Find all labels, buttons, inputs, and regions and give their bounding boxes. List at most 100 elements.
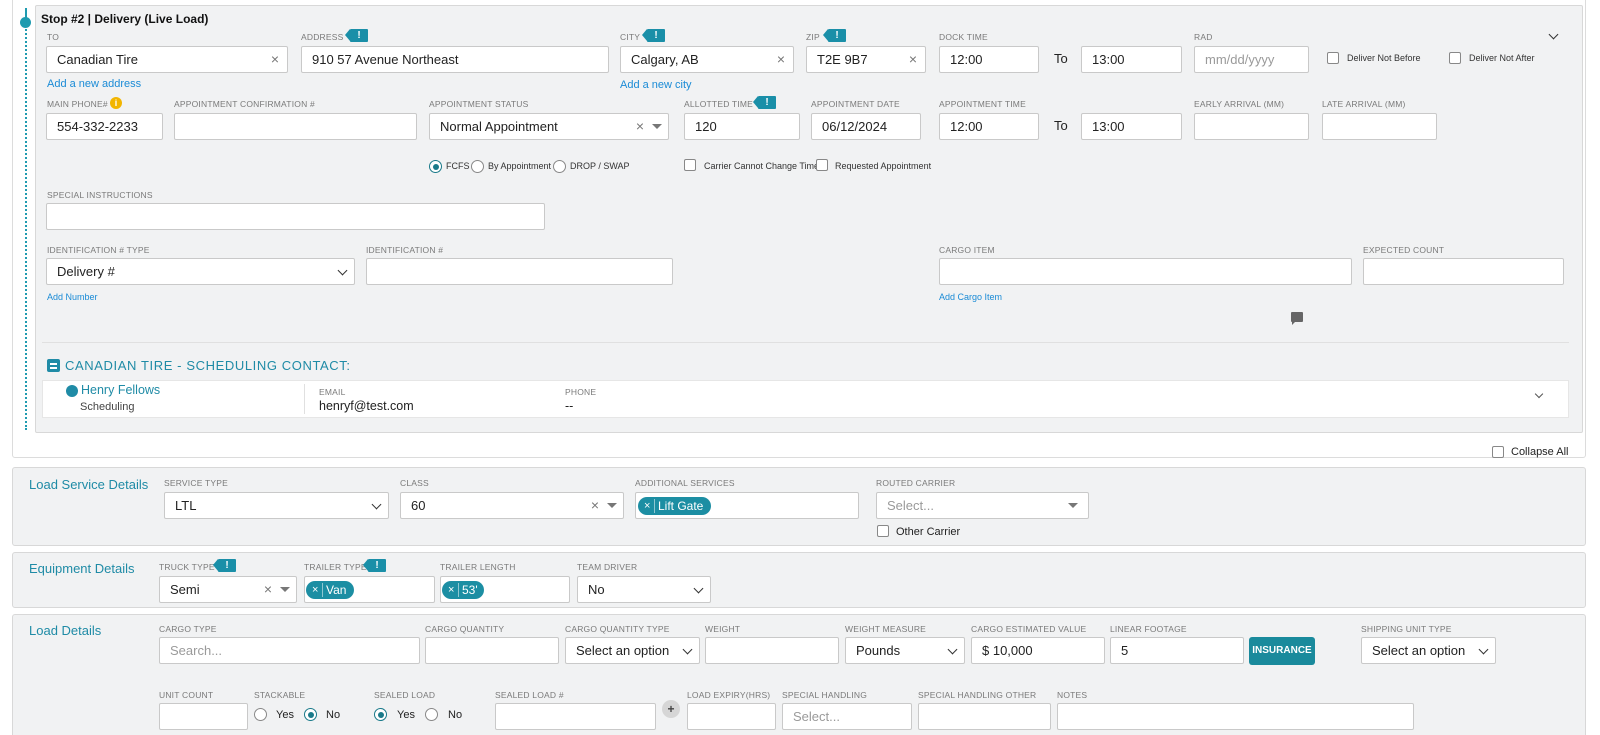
contact-name[interactable]: Henry Fellows — [81, 383, 160, 397]
allotted-time-input[interactable]: 120 — [684, 113, 800, 140]
remove-tag-icon[interactable]: × — [312, 581, 318, 599]
late-arrival-input[interactable] — [1322, 113, 1437, 140]
lift-gate-tag[interactable]: × Lift Gate — [638, 497, 712, 515]
sealed-load-no-label: No — [448, 709, 463, 721]
clear-icon[interactable]: × — [777, 47, 785, 72]
routed-carrier-label: ROUTED CARRIER — [876, 478, 956, 488]
weight-input[interactable] — [705, 637, 839, 664]
cargo-item-input[interactable] — [939, 258, 1352, 285]
appointment-date-input[interactable]: 06/12/2024 — [811, 113, 921, 140]
alert-flag-icon: ! — [823, 29, 846, 42]
cargo-estimated-value-input[interactable]: $ 10,000 — [971, 637, 1105, 664]
stackable-label: STACKABLE — [254, 690, 306, 700]
appointment-status-select[interactable]: Normal Appointment × — [429, 113, 669, 140]
rad-date-input[interactable]: mm/dd/yyyy — [1194, 46, 1309, 73]
cargo-type-input[interactable]: Search... — [159, 637, 420, 664]
add-circle-icon[interactable]: + — [662, 700, 680, 718]
add-cargo-item-link[interactable]: Add Cargo Item — [939, 292, 1002, 302]
email-value: henryf@test.com — [319, 399, 414, 413]
sealed-load-no-radio[interactable] — [425, 708, 438, 721]
main-phone-input[interactable]: 554-332-2233 — [46, 113, 163, 140]
routed-carrier-select[interactable]: Select... — [876, 492, 1089, 519]
city-input[interactable]: Calgary, AB × — [620, 46, 794, 73]
appointment-confirmation-input[interactable] — [174, 113, 417, 140]
city-label: CITY — [620, 32, 641, 42]
class-select[interactable]: 60 × — [400, 492, 624, 519]
collapse-all-checkbox[interactable] — [1492, 446, 1504, 458]
load-expiry-input[interactable] — [687, 703, 776, 730]
timeline-line — [25, 18, 27, 430]
deliver-not-before-checkbox[interactable] — [1327, 52, 1339, 64]
linear-footage-input[interactable]: 5 — [1110, 637, 1244, 664]
sealed-load-yes-label: Yes — [397, 709, 415, 721]
weight-label: WEIGHT — [705, 624, 741, 634]
special-handling-select[interactable]: Select... — [782, 703, 912, 730]
cargo-quantity-input[interactable] — [425, 637, 559, 664]
remove-tag-icon[interactable]: × — [644, 497, 650, 515]
early-arrival-input[interactable] — [1194, 113, 1309, 140]
deliver-not-after-checkbox[interactable] — [1449, 52, 1461, 64]
sealed-load-number-input[interactable] — [495, 703, 656, 730]
other-carrier-checkbox[interactable] — [877, 525, 889, 537]
appointment-time-to-input[interactable]: 13:00 — [1081, 113, 1182, 140]
service-type-select[interactable]: LTL — [164, 492, 389, 519]
add-city-link[interactable]: Add a new city — [620, 79, 692, 91]
dock-time-to-input[interactable]: 13:00 — [1081, 46, 1182, 73]
identification-number-input[interactable] — [366, 258, 673, 285]
appointment-time-from-input[interactable]: 12:00 — [939, 113, 1039, 140]
truck-type-select[interactable]: Semi × — [159, 576, 297, 603]
cargo-quantity-type-select[interactable]: Select an option — [565, 637, 700, 664]
drop-swap-radio[interactable] — [553, 160, 566, 173]
sealed-load-yes-radio[interactable] — [374, 708, 387, 721]
trailer-length-tag[interactable]: × 53' — [442, 581, 484, 599]
stackable-no-radio[interactable] — [304, 708, 317, 721]
clear-icon[interactable]: × — [271, 47, 279, 72]
clear-icon[interactable]: × — [591, 493, 599, 518]
deliver-not-after-label: Deliver Not After — [1469, 53, 1535, 63]
service-type-label: SERVICE TYPE — [164, 478, 228, 488]
identification-type-select[interactable]: Delivery # — [46, 258, 355, 285]
contact-role: Scheduling — [80, 401, 135, 413]
fcfs-label: FCFS — [446, 161, 470, 171]
timeline-dot — [20, 17, 31, 28]
shipping-unit-type-select[interactable]: Select an option — [1361, 637, 1496, 664]
special-handling-other-input[interactable] — [918, 703, 1051, 730]
expected-count-label: EXPECTED COUNT — [1363, 245, 1445, 255]
team-driver-select[interactable]: No — [577, 576, 711, 603]
remove-tag-icon[interactable]: × — [448, 581, 454, 599]
special-handling-label: SPECIAL HANDLING — [782, 690, 868, 700]
timeline-dot-stem — [25, 8, 27, 18]
add-number-link[interactable]: Add Number — [47, 292, 98, 302]
clear-icon[interactable]: × — [636, 114, 644, 139]
clear-icon[interactable]: × — [264, 577, 272, 602]
cargo-item-label: CARGO ITEM — [939, 245, 995, 255]
address-input[interactable]: 910 57 Avenue Northeast — [301, 46, 609, 73]
fcfs-radio[interactable] — [429, 160, 442, 173]
divider — [42, 342, 1569, 343]
carrier-cannot-change-checkbox[interactable] — [684, 159, 696, 171]
add-address-link[interactable]: Add a new address — [47, 78, 141, 90]
weight-measure-select[interactable]: Pounds — [845, 637, 965, 664]
alert-flag-icon: ! — [213, 559, 236, 572]
chevron-down-icon — [1478, 644, 1489, 655]
special-instructions-input[interactable] — [46, 203, 545, 230]
requested-appointment-checkbox[interactable] — [816, 159, 828, 171]
zip-input[interactable]: T2E 9B7 × — [806, 46, 926, 73]
clear-icon[interactable]: × — [909, 47, 917, 72]
expected-count-input[interactable] — [1363, 258, 1564, 285]
notes-input[interactable] — [1057, 703, 1414, 730]
to-input[interactable]: Canadian Tire × — [46, 46, 288, 73]
additional-services-label: ADDITIONAL SERVICES — [635, 478, 735, 488]
linear-footage-label: LINEAR FOOTAGE — [1110, 624, 1187, 634]
alert-flag-icon: ! — [753, 96, 776, 109]
dock-time-from-input[interactable]: 12:00 — [939, 46, 1039, 73]
by-appointment-radio[interactable] — [471, 160, 484, 173]
appointment-time-label: APPOINTMENT TIME — [939, 99, 1026, 109]
insurance-button[interactable]: INSURANCE — [1249, 637, 1315, 665]
van-tag[interactable]: × Van — [306, 581, 355, 599]
unit-count-input[interactable] — [159, 703, 248, 730]
equipment-title: Equipment Details — [29, 561, 135, 576]
contact-header: CANADIAN TIRE - SCHEDULING CONTACT: — [65, 358, 351, 373]
stackable-yes-radio[interactable] — [254, 708, 267, 721]
appointment-confirmation-label: APPOINTMENT CONFIRMATION # — [174, 99, 315, 109]
